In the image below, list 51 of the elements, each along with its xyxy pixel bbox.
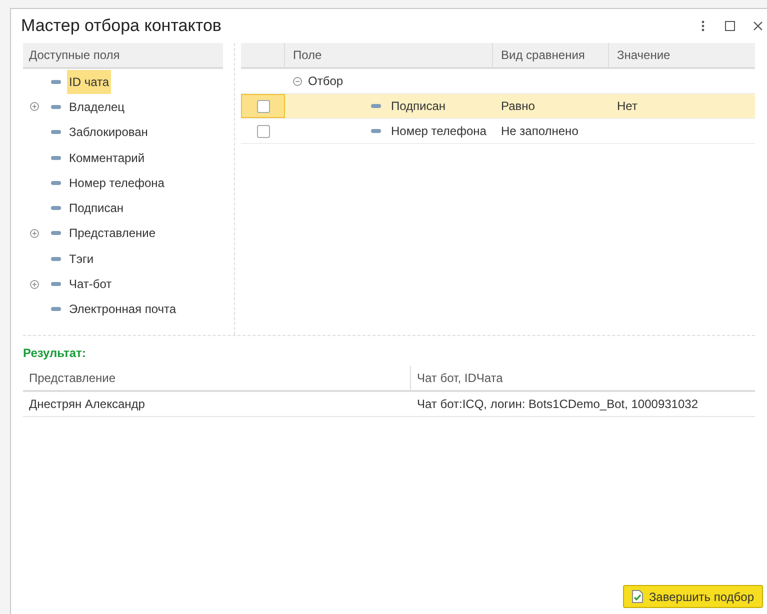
field-item[interactable]: Заблокирован xyxy=(67,120,150,144)
field-icon xyxy=(51,130,61,134)
field-item[interactable]: Электронная почта xyxy=(67,297,178,322)
field-icon xyxy=(51,206,61,210)
result-title: Результат: xyxy=(23,346,86,360)
field-icon xyxy=(51,104,61,109)
field-icon xyxy=(371,104,381,108)
field-icon xyxy=(51,256,61,261)
field-item[interactable]: Владелец xyxy=(67,94,127,119)
table-cell-text: Днестрян Александр xyxy=(28,396,146,413)
field-icon xyxy=(51,80,61,84)
field-icon xyxy=(51,231,61,236)
column-header: Вид сравнения xyxy=(493,43,609,67)
field-icon xyxy=(51,180,61,185)
field-item[interactable]: Представление xyxy=(67,221,158,246)
field-item[interactable]: Номер телефона xyxy=(67,170,166,195)
field-icon xyxy=(51,282,61,286)
column-header: Представление xyxy=(23,366,411,390)
field-item[interactable]: Чат-бот xyxy=(67,272,114,296)
close-icon[interactable] xyxy=(753,21,763,31)
checkbox[interactable] xyxy=(256,124,270,138)
field-icon xyxy=(51,156,61,160)
table-cell-text: Чат бот:ICQ, логин: Bots1CDemo_Bot, 1000931032 xyxy=(416,396,699,413)
expand-icon[interactable] xyxy=(30,228,38,238)
checkbox[interactable] xyxy=(256,100,270,112)
more-icon[interactable] xyxy=(701,20,705,32)
collapse-icon[interactable] xyxy=(293,76,302,86)
column-header: Чат бот, IDЧата xyxy=(416,370,504,387)
column-header: Поле xyxy=(285,43,493,67)
field-icon xyxy=(51,307,61,312)
filter-row[interactable]: Номер телефона Не заполнено xyxy=(241,119,755,144)
expand-icon[interactable] xyxy=(30,102,38,112)
column-header: Доступные поля xyxy=(23,43,223,69)
field-name: Номер телефона xyxy=(391,123,486,140)
expand-icon[interactable] xyxy=(30,280,38,289)
field-icon xyxy=(371,129,381,133)
field-item[interactable]: ID чата xyxy=(67,70,112,94)
field-item[interactable]: Подписан xyxy=(67,196,126,220)
comparison-type: Равно xyxy=(501,98,535,115)
column-header: Значение xyxy=(616,47,672,64)
filter-value: Нет xyxy=(617,98,638,115)
field-item[interactable]: Тэги xyxy=(67,246,96,271)
field-item[interactable]: Комментарий xyxy=(67,146,147,170)
finish-button[interactable]: Завершить подбор xyxy=(622,585,763,608)
window-title: Мастер отбора контактов xyxy=(21,15,222,38)
field-name: Подписан xyxy=(391,98,446,115)
document-check-icon xyxy=(632,590,643,603)
comparison-type: Не заполнено xyxy=(501,123,578,140)
maximize-icon[interactable] xyxy=(725,21,735,31)
group-label[interactable]: Отбор xyxy=(308,72,344,90)
filter-row[interactable]: Подписан Равно Нет xyxy=(241,94,755,119)
